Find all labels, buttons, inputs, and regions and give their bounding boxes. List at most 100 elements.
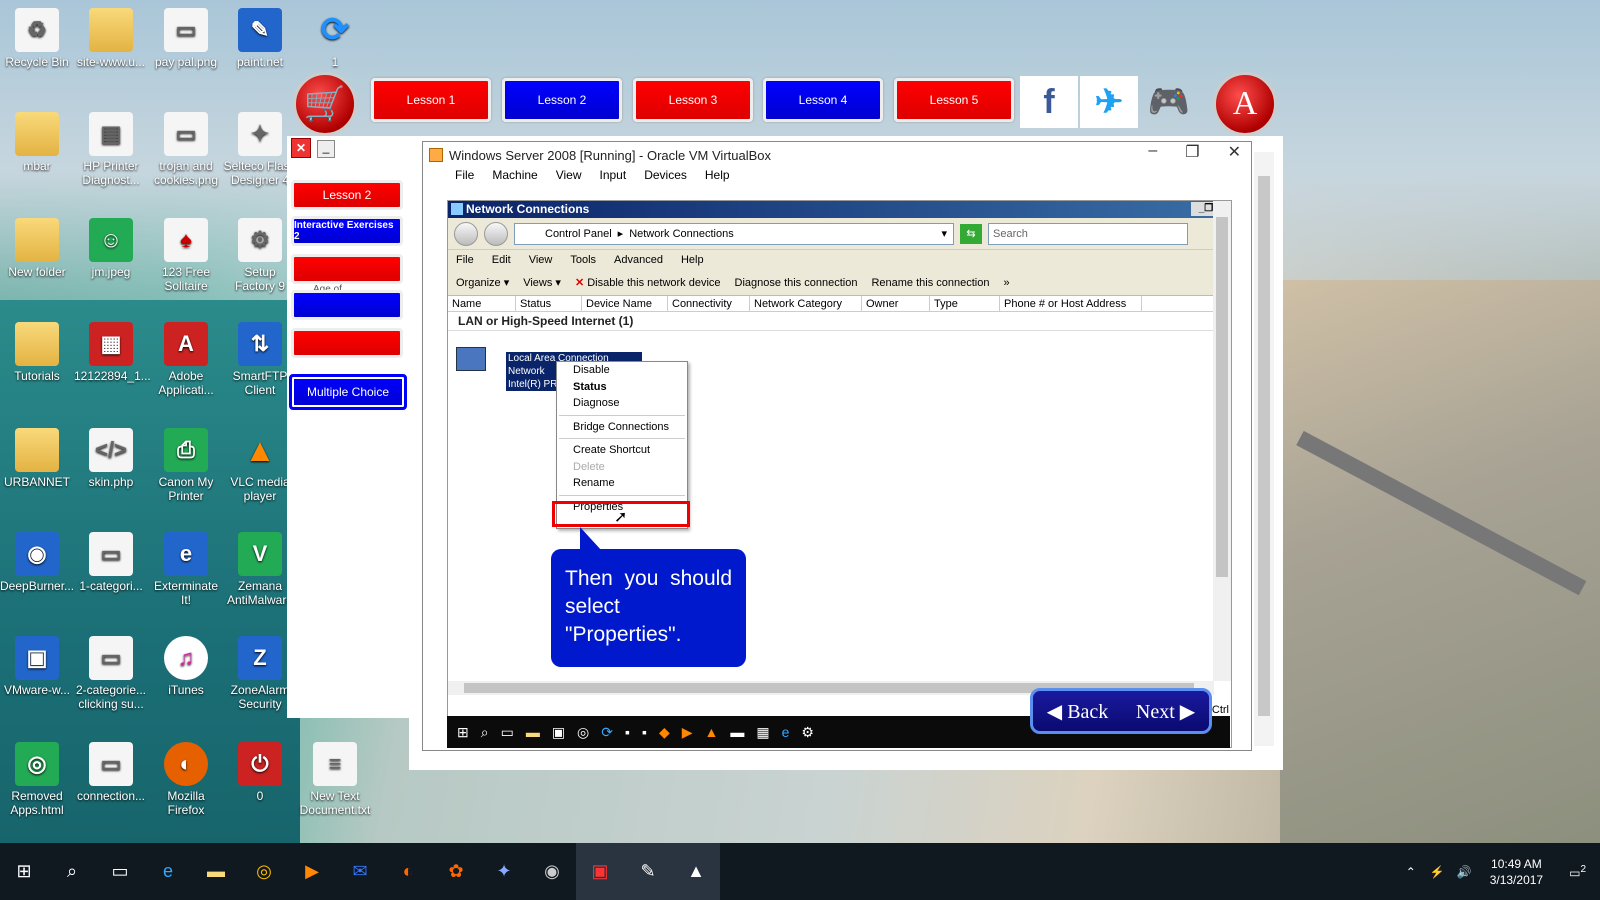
chrome-icon[interactable]: ◎ (240, 843, 288, 900)
organize-button[interactable]: Organize ▾ (456, 276, 509, 289)
breadcrumb-network-connections[interactable]: Network Connections (629, 228, 734, 240)
task-view-icon[interactable]: ▭ (96, 843, 144, 900)
rename-button[interactable]: Rename this connection (871, 277, 989, 289)
calculator-icon[interactable]: ▦ (756, 724, 769, 741)
ctx-bridge-connections[interactable]: Bridge Connections (557, 419, 687, 436)
lesson-3-button[interactable]: Lesson 3 (633, 78, 753, 122)
desktop-icon-urbannet[interactable]: URBANNET (0, 428, 74, 489)
lesson-5-button[interactable]: Lesson 5 (894, 78, 1014, 122)
menu-file[interactable]: File (455, 168, 474, 188)
app-icon[interactable]: ✿ (432, 843, 480, 900)
desktop-icon-canon[interactable]: ⎙ Canon My Printer (149, 428, 223, 503)
desktop-icon-itunes[interactable]: ♫ iTunes (149, 636, 223, 697)
desktop-icon-setup-factory[interactable]: ⚙ Setup Factory 9 (223, 218, 297, 293)
file-explorer-icon[interactable]: ▬ (526, 724, 540, 740)
desktop-icon-skin-php[interactable]: </> skin.php (74, 428, 148, 489)
desktop-icon-exterminate[interactable]: e Exterminate It! (149, 532, 223, 607)
windows-start-icon[interactable]: ⊞ (457, 724, 469, 741)
more-button[interactable]: » (1003, 277, 1009, 289)
forward-nav-icon[interactable] (484, 221, 508, 246)
chrome-icon[interactable]: ◎ (577, 724, 589, 741)
menu-input[interactable]: Input (600, 168, 627, 188)
desktop-icon-12122894[interactable]: ▦ 12122894_1... (74, 322, 151, 383)
desktop-icon-recycle-bin[interactable]: ♻ Recycle Bin (0, 8, 74, 69)
edge-icon[interactable]: e (782, 724, 790, 740)
frame-scrollbar-thumb[interactable] (1258, 176, 1270, 716)
guest-scrollbar[interactable] (1213, 201, 1231, 681)
vlc-icon[interactable]: ▲ (705, 724, 719, 740)
gamepad-icon[interactable]: 🎮 (1140, 76, 1198, 128)
facebook-icon[interactable]: f (1020, 76, 1078, 128)
ctx-create-shortcut[interactable]: Create Shortcut (557, 442, 687, 459)
menu-machine[interactable]: Machine (492, 168, 537, 188)
col-status[interactable]: Status (516, 296, 582, 311)
desktop-icon-zonealarm[interactable]: Z ZoneAlarm Security (223, 636, 297, 711)
search-icon[interactable]: ⌕ (48, 843, 96, 900)
desktop-icon-paypal[interactable]: ▭ pay pal.png (149, 8, 223, 69)
desktop-icon-jm-jpeg[interactable]: ☺ jm.jpeg (74, 218, 148, 279)
notifications-icon[interactable]: ▭2 (1555, 864, 1600, 880)
breadcrumb-control-panel[interactable]: Control Panel (545, 228, 612, 240)
desktop-icon-solitaire[interactable]: ♠ 123 Free Solitaire (149, 218, 223, 293)
twitter-icon[interactable]: ✈ (1080, 76, 1138, 128)
diagnose-button[interactable]: Diagnose this connection (735, 277, 858, 289)
desktop-icon-0[interactable]: ⏻ 0 (223, 742, 297, 803)
app-icon[interactable]: ◆ (659, 724, 670, 741)
refresh-app-icon[interactable]: ⟳ (601, 724, 613, 741)
desktop-icon-hp-printer[interactable]: ▤ HP Printer Diagnost... (74, 112, 148, 187)
chevron-down-icon[interactable]: ▾ (941, 227, 947, 240)
views-button[interactable]: Views ▾ (523, 276, 561, 289)
desktop-icon-paint-net[interactable]: ✎ paint.net (223, 8, 297, 69)
paint-icon[interactable]: ✎ (624, 843, 672, 900)
guest-menu-help[interactable]: Help (681, 254, 704, 266)
lesson-4-button[interactable]: Lesson 4 (763, 78, 883, 122)
close-icon[interactable]: ✕ (291, 138, 311, 158)
media-player-icon[interactable]: ▶ (288, 843, 336, 900)
back-button[interactable]: ◀ Back (1047, 699, 1108, 724)
photos-icon[interactable]: ▲ (672, 843, 720, 900)
menu-devices[interactable]: Devices (644, 168, 687, 188)
app-icon[interactable]: ✦ (480, 843, 528, 900)
edge-icon[interactable]: e (144, 843, 192, 900)
interactive-exercises-button[interactable]: Interactive Exercises 2 (291, 216, 403, 246)
search-icon[interactable]: ⌕ (481, 724, 489, 741)
col-device-name[interactable]: Device Name (582, 296, 668, 311)
guest-menu-file[interactable]: File (456, 254, 474, 266)
col-name[interactable]: Name (448, 296, 516, 311)
side-lesson-2-button[interactable]: Lesson 2 (291, 180, 403, 210)
guest-menu-view[interactable]: View (529, 254, 553, 266)
outlook-icon[interactable]: ✉ (336, 843, 384, 900)
back-nav-icon[interactable] (454, 221, 478, 246)
store-icon[interactable]: ▣ (552, 724, 565, 741)
col-owner[interactable]: Owner (862, 296, 930, 311)
chevron-up-icon[interactable]: ⌃ (1398, 865, 1424, 879)
desktop-icon-1-categori[interactable]: ▭ 1-categori... (74, 532, 148, 593)
minimize-icon[interactable]: – (1148, 142, 1157, 162)
side-blue-button[interactable] (291, 290, 403, 320)
desktop-icon-adobe[interactable]: A Adobe Applicati... (149, 322, 223, 397)
network-icon[interactable]: ⚡ (1424, 865, 1451, 879)
disable-device-button[interactable]: ✕ Disable this network device (575, 276, 721, 289)
desktop-icon-trojan[interactable]: ▭ trojan and cookies.png (149, 112, 223, 187)
ctx-rename[interactable]: Rename (557, 475, 687, 492)
desktop-icon-new-text-document[interactable]: ≡ New Text Document.txt (298, 742, 372, 817)
desktop-icon-zemana[interactable]: V Zemana AntiMalware (223, 532, 297, 607)
menu-view[interactable]: View (556, 168, 582, 188)
app-icon[interactable]: ▣ (576, 843, 624, 900)
col-type[interactable]: Type (930, 296, 1000, 311)
col-network-category[interactable]: Network Category (750, 296, 862, 311)
desktop-icon-mbar[interactable]: mbar (0, 112, 74, 173)
desktop-icon-connection[interactable]: ▭ connection... (74, 742, 148, 803)
shopping-cart-button[interactable]: 🛒 (293, 72, 357, 136)
guest-scrollbar-thumb[interactable] (1216, 217, 1228, 577)
col-connectivity[interactable]: Connectivity (668, 296, 750, 311)
side-red-button-1[interactable] (291, 254, 403, 284)
address-bar[interactable]: Control Panel ▸ Network Connections ▾ (514, 222, 954, 245)
ctx-diagnose[interactable]: Diagnose (557, 395, 687, 412)
search-input[interactable]: Search (988, 222, 1188, 245)
guest-menu-tools[interactable]: Tools (570, 254, 596, 266)
file-explorer-icon[interactable]: ▬ (192, 843, 240, 900)
desktop-icon-2-categorie[interactable]: ▭ 2-categorie... clicking su... (74, 636, 148, 711)
lesson-1-button[interactable]: Lesson 1 (371, 78, 491, 122)
col-phone-host[interactable]: Phone # or Host Address (1000, 296, 1142, 311)
